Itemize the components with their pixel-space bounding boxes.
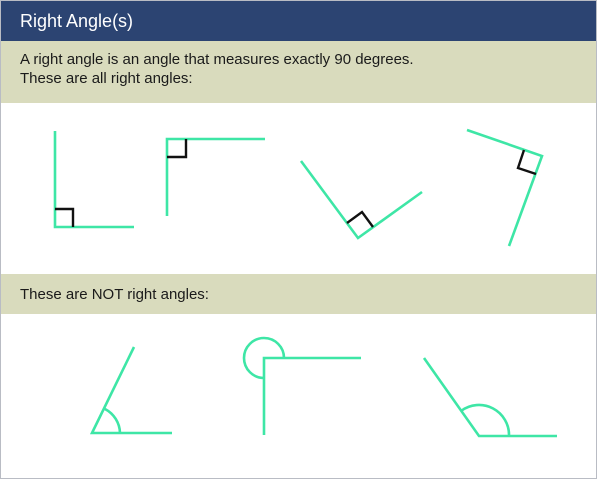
angle-figures [53,128,557,438]
right-angle-4 [466,128,544,247]
angle-rays [89,346,172,435]
angle-rays [422,357,557,438]
angle-rays [466,128,544,247]
right-angle-1 [53,131,134,229]
right-angle-marker [167,139,188,159]
right-angle-marker [55,207,75,227]
angle-arc [104,407,122,434]
right-angle-2 [165,137,265,216]
angle-rays [165,137,265,216]
right-angle-marker [346,210,374,228]
angle-rays [299,160,423,240]
angle-rays [53,131,134,229]
right-angle-3 [299,160,423,240]
angle-rays [262,356,361,435]
obtuse-angle [422,357,557,438]
acute-angle [89,346,172,435]
reflex-angle [242,336,361,435]
